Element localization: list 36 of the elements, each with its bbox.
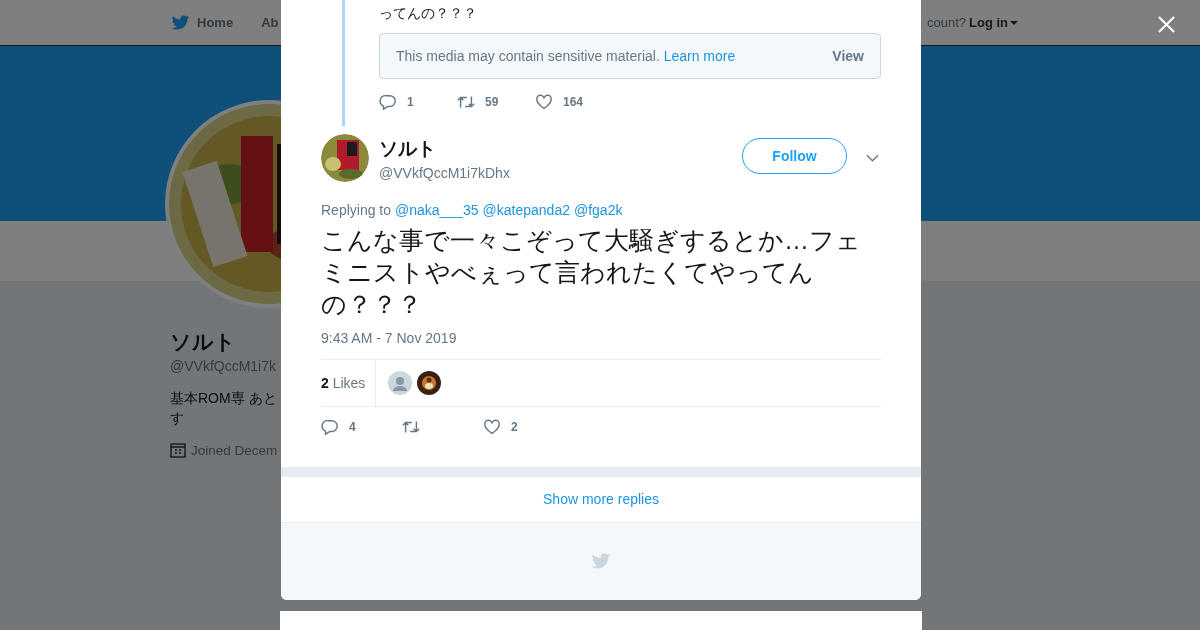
default-avatar-icon[interactable] bbox=[388, 371, 413, 395]
action-count: 59 bbox=[485, 95, 499, 109]
profile-bio: 基本ROM専 あと す bbox=[170, 389, 278, 428]
profile-name: ソルト bbox=[170, 329, 237, 355]
action-count: 2 bbox=[511, 420, 518, 434]
nav-link[interactable]: Home bbox=[197, 15, 234, 30]
action-count: 1 bbox=[407, 95, 414, 109]
close-icon[interactable] bbox=[1157, 15, 1176, 34]
nav-link[interactable]: Ab bbox=[261, 15, 279, 30]
heart-icon[interactable] bbox=[483, 418, 501, 436]
mention-link[interactable]: @katepanda2 bbox=[482, 202, 570, 218]
tweet-time: 9:43 AM - 7 Nov 2019 bbox=[321, 330, 458, 346]
user-name: ソルト bbox=[379, 136, 437, 161]
sensitive-text: This media may contain sensitive material. Learn more bbox=[396, 48, 736, 64]
likes-count[interactable]: 2 Likes bbox=[321, 360, 377, 406]
replying-label: Replying to bbox=[321, 202, 392, 218]
tweet-text: こんな事で一々こぞって大騒ぎするとか…フェミニストやべぇって言われたくてやってんの？？？ bbox=[321, 225, 862, 320]
action-count: 4 bbox=[349, 420, 356, 434]
joined-date: Joined Decem bbox=[191, 442, 278, 458]
reply-icon[interactable] bbox=[321, 418, 339, 436]
mention-link[interactable]: @naka___35 bbox=[395, 202, 479, 218]
login-prompt: count? bbox=[926, 15, 966, 30]
follow-button[interactable]: Follow bbox=[742, 138, 847, 174]
calendar-icon bbox=[170, 442, 186, 458]
learn-more-link[interactable]: Learn more bbox=[663, 48, 736, 64]
user-handle: @VVkfQccM1i7kDhx bbox=[379, 164, 511, 181]
reply-icon[interactable] bbox=[379, 93, 397, 111]
profile-handle: @VVkfQccM1i7k bbox=[170, 358, 277, 374]
heart-icon[interactable] bbox=[535, 93, 553, 111]
mention-link[interactable]: @fga2k bbox=[573, 202, 623, 218]
view-button[interactable]: View bbox=[832, 44, 864, 68]
action-count: 164 bbox=[563, 95, 584, 109]
tweet-text: ってんの？？？ bbox=[379, 4, 478, 22]
chevron-down-icon[interactable] bbox=[866, 154, 879, 162]
bird-icon bbox=[591, 553, 611, 570]
login-link[interactable]: Log in bbox=[969, 15, 1018, 30]
